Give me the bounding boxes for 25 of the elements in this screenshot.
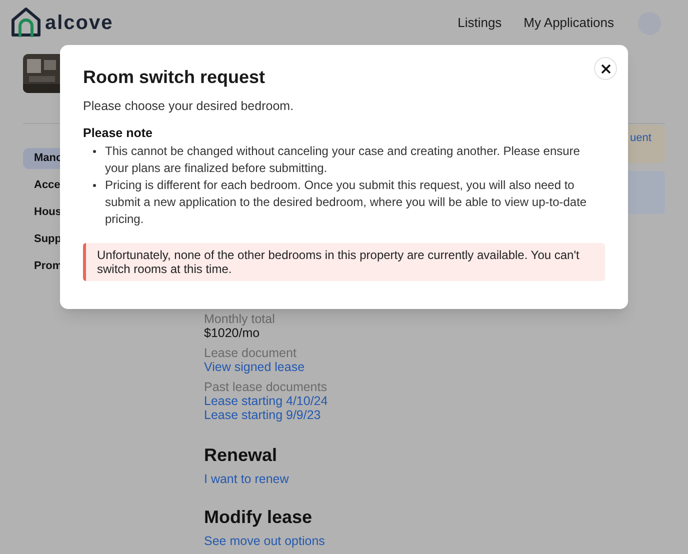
note-title: Please note <box>83 124 154 142</box>
side-card <box>628 171 665 214</box>
note-text: This cannot be changed without canceling your case and creating another. Please ensure your plans are finalized before submitting. <box>105 142 581 176</box>
house-logo-icon <box>11 7 41 39</box>
nav-link[interactable]: My Applications <box>524 13 614 33</box>
nav-link[interactable]: Listings <box>458 13 502 33</box>
field-value: $1020/mo <box>204 326 261 340</box>
field-label: Past lease documents <box>204 380 328 394</box>
brand-name: alcove <box>45 11 114 36</box>
close-button[interactable] <box>594 57 617 80</box>
section-heading: Modify lease <box>204 506 314 528</box>
field-label: Lease document <box>204 346 298 360</box>
dialog-title: Room switch request <box>83 66 266 89</box>
unavailable-alert: Unfortunately, none of the other bedrooms in this property are currently available. You can't switch rooms at this time. <box>83 242 605 280</box>
sidebar-item[interactable]: Hous <box>23 202 60 223</box>
note-text: Pricing is different for each bedroom. Once you submit this request, you will also need to submit a new application to the desired bedroom, where you will be able to view up-to-date pricing. <box>105 176 588 228</box>
close-icon <box>600 64 610 74</box>
section-heading: Renewal <box>204 444 278 466</box>
bullet-icon <box>93 150 96 152</box>
sidebar-item[interactable]: Manc <box>23 148 60 169</box>
dialog-intro: Please choose your desired bedroom. <box>83 98 295 115</box>
bullet-icon <box>93 184 96 186</box>
sidebar-item[interactable]: Supp <box>23 229 60 250</box>
field-label: Monthly total <box>204 312 276 326</box>
sidebar-item[interactable]: Acce <box>23 175 60 196</box>
